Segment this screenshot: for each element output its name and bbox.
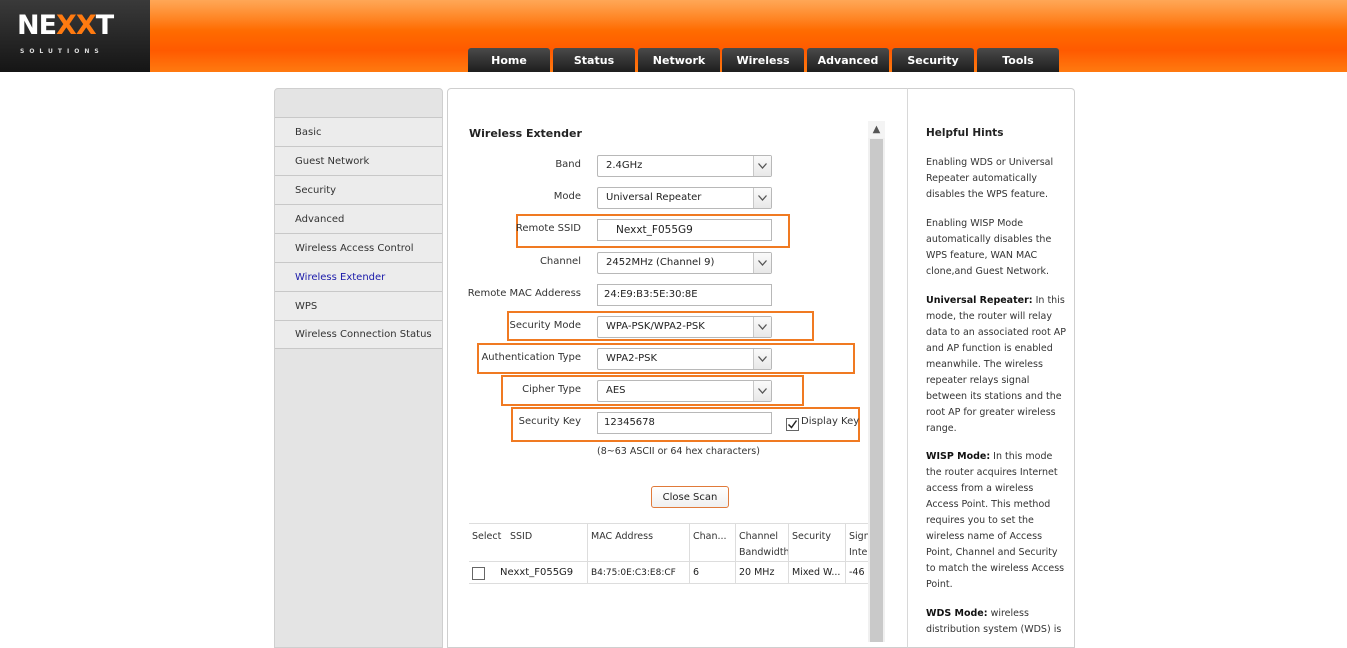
nav-tab-security[interactable]: Security: [892, 48, 974, 72]
cipher-type-label: Cipher Type: [522, 384, 581, 395]
sidebar-item-basic[interactable]: Basic: [275, 117, 442, 146]
row-channel: 6: [689, 562, 735, 584]
chevron-down-icon[interactable]: [753, 381, 771, 401]
hint-wisp-mode: WISP Mode: In this mode the router acqui…: [926, 451, 1065, 590]
hints-panel: Helpful Hints Enabling WDS or Universal …: [907, 88, 1075, 648]
auth-type-label: Authentication Type: [481, 352, 581, 363]
mode-select[interactable]: Universal Repeater: [597, 187, 772, 209]
logo: NEXXT SOLUTIONS: [0, 0, 150, 72]
row-select-checkbox[interactable]: [472, 567, 485, 580]
nav-tab-status[interactable]: Status: [553, 48, 635, 72]
sidebar-item-security[interactable]: Security: [275, 175, 442, 204]
sidebar-item-guest-network[interactable]: Guest Network: [275, 146, 442, 175]
th-bandwidth: Channel Bandwidth: [735, 524, 788, 563]
th-signal: Sign Inte: [845, 524, 868, 563]
nav-tab-tools[interactable]: Tools: [977, 48, 1059, 72]
remote-ssid-input[interactable]: Nexxt_F055G9: [597, 219, 772, 241]
scan-table-header: Select SSID MAC Address Chan... Channel …: [469, 523, 868, 563]
logo-text: NEXXT: [17, 10, 114, 41]
page-title: Wireless Extender: [469, 127, 582, 140]
hint-wds-mode: WDS Mode: wireless distribution system (…: [926, 608, 1062, 635]
sidebar: Basic Guest Network Security Advanced Wi…: [274, 88, 443, 648]
checkmark-icon: [787, 420, 798, 429]
th-channel: Chan...: [689, 524, 735, 563]
display-key-checkbox[interactable]: [786, 418, 799, 431]
chevron-down-icon[interactable]: [753, 349, 771, 369]
security-key-input[interactable]: 12345678: [597, 412, 772, 434]
table-row[interactable]: Nexxt_F055G9 B4:75:0E:C3:E8:CF 6 20 MHz …: [469, 562, 868, 584]
row-mac: B4:75:0E:C3:E8:CF: [587, 562, 689, 584]
th-security: Security: [788, 524, 845, 563]
nav-tab-network[interactable]: Network: [638, 48, 720, 72]
chevron-down-icon[interactable]: [753, 188, 771, 208]
hints-title: Helpful Hints: [926, 127, 1004, 139]
security-mode-label: Security Mode: [509, 320, 582, 331]
band-label: Band: [555, 159, 581, 170]
th-select: Select: [472, 531, 502, 542]
display-key-label: Display Key: [801, 416, 860, 427]
row-ssid: Nexxt_F055G9: [500, 567, 574, 578]
remote-mac-input[interactable]: 24:E9:B3:5E:30:8E: [597, 284, 772, 306]
cipher-type-select[interactable]: AES: [597, 380, 772, 402]
close-scan-button[interactable]: Close Scan: [651, 486, 729, 508]
row-security: Mixed W...: [788, 562, 845, 584]
security-mode-select[interactable]: WPA-PSK/WPA2-PSK: [597, 316, 772, 338]
sidebar-item-wireless-access-control[interactable]: Wireless Access Control: [275, 233, 442, 262]
vertical-scrollbar[interactable]: ▲: [868, 121, 885, 642]
security-key-label: Security Key: [518, 416, 581, 427]
remote-mac-label: Remote MAC Adderess: [467, 288, 581, 299]
nav-tab-wireless[interactable]: Wireless: [722, 48, 804, 72]
scroll-thumb[interactable]: [870, 139, 883, 642]
security-key-note: (8~63 ASCII or 64 hex characters): [597, 446, 760, 457]
chevron-down-icon[interactable]: [753, 253, 771, 273]
hint-wisp: Enabling WISP Mode automatically disable…: [926, 218, 1052, 277]
channel-select[interactable]: 2452MHz (Channel 9): [597, 252, 772, 274]
auth-type-select[interactable]: WPA2-PSK: [597, 348, 772, 370]
nav-tab-home[interactable]: Home: [468, 48, 550, 72]
chevron-down-icon[interactable]: [753, 156, 771, 176]
scroll-up-icon[interactable]: ▲: [868, 121, 885, 138]
sidebar-item-wps[interactable]: WPS: [275, 291, 442, 320]
sidebar-item-wireless-connection-status[interactable]: Wireless Connection Status: [275, 320, 442, 349]
th-ssid: SSID: [510, 531, 533, 542]
hint-wds-repeater: Enabling WDS or Universal Repeater autom…: [926, 157, 1054, 200]
remote-ssid-label: Remote SSID: [515, 223, 581, 234]
row-signal: -46: [845, 562, 868, 584]
row-bandwidth: 20 MHz: [735, 562, 788, 584]
chevron-down-icon[interactable]: [753, 317, 771, 337]
header-glow: [150, 0, 1347, 30]
hint-universal-repeater: Universal Repeater: In this mode, the ro…: [926, 295, 1066, 434]
nav-tab-advanced[interactable]: Advanced: [807, 48, 889, 72]
mode-label: Mode: [553, 191, 581, 202]
sidebar-item-wireless-extender[interactable]: Wireless Extender: [275, 262, 442, 291]
sidebar-item-advanced[interactable]: Advanced: [275, 204, 442, 233]
band-select[interactable]: 2.4GHz: [597, 155, 772, 177]
channel-label: Channel: [539, 256, 581, 267]
logo-tagline: SOLUTIONS: [20, 48, 104, 55]
th-mac: MAC Address: [587, 524, 689, 563]
